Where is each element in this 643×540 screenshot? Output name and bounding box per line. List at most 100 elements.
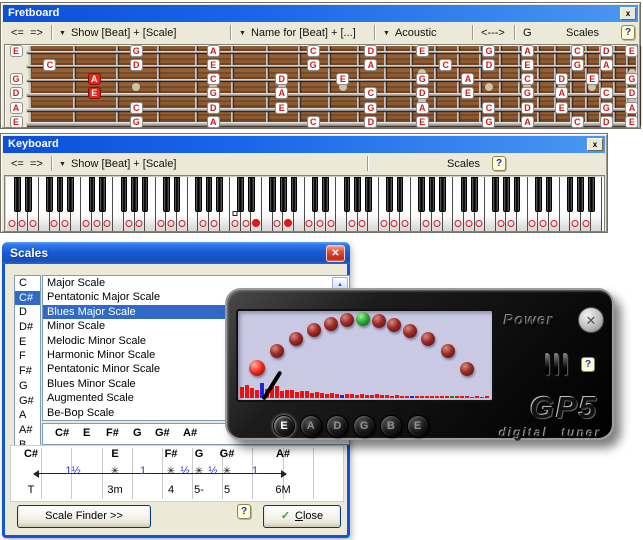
- black-key[interactable]: [567, 177, 574, 212]
- fretboard-note-marker[interactable]: A: [555, 87, 568, 99]
- fretboard-note-marker[interactable]: A: [88, 73, 101, 85]
- power-button[interactable]: ✕: [578, 307, 604, 333]
- fretboard-note-marker[interactable]: D: [130, 59, 143, 71]
- fretboard-note-marker[interactable]: C: [307, 116, 320, 128]
- fretboard-note-marker[interactable]: D: [275, 73, 288, 85]
- keyboard-close-button[interactable]: x: [587, 138, 603, 151]
- fretboard-note-marker[interactable]: G: [416, 73, 429, 85]
- fretboard-note-marker[interactable]: E: [207, 59, 220, 71]
- black-key[interactable]: [322, 177, 329, 212]
- fretboard-note-marker[interactable]: C: [307, 45, 320, 57]
- fretboard-note-marker[interactable]: A: [207, 116, 220, 128]
- black-key[interactable]: [588, 177, 595, 212]
- help-icon[interactable]: ?: [621, 25, 635, 40]
- black-key[interactable]: [89, 177, 96, 212]
- fretboard-back-button[interactable]: <=: [11, 25, 24, 41]
- fretboard-note-marker[interactable]: A: [625, 102, 638, 114]
- tuner-string-button-E[interactable]: E: [273, 415, 295, 437]
- close-button[interactable]: ✓Close: [263, 505, 341, 528]
- black-key[interactable]: [25, 177, 32, 212]
- black-key[interactable]: [67, 177, 74, 212]
- fretboard-stretch-button[interactable]: <--->: [481, 25, 505, 41]
- fretboard-note-marker[interactable]: E: [461, 87, 474, 99]
- scale-finder-button[interactable]: Scale Finder >>: [17, 505, 151, 528]
- black-key[interactable]: [365, 177, 372, 212]
- root-note-item[interactable]: D: [15, 305, 40, 320]
- fretboard-note-marker[interactable]: G: [571, 59, 584, 71]
- fretboard-show-mode-dropdown[interactable]: ▼Show [Beat] + [Scale]: [59, 25, 176, 41]
- fretboard-note-marker[interactable]: D: [521, 102, 534, 114]
- fretboard-note-marker[interactable]: A: [416, 102, 429, 114]
- fretboard-instrument-dropdown[interactable]: ▼Acoustic: [383, 25, 437, 41]
- fretboard-note-marker[interactable]: E: [521, 59, 534, 71]
- fretboard-note-marker[interactable]: D: [364, 116, 377, 128]
- root-note-item[interactable]: D#: [15, 320, 40, 335]
- black-key[interactable]: [439, 177, 446, 212]
- fretboard-note-marker[interactable]: E: [10, 116, 23, 128]
- fretboard-note-marker[interactable]: D: [600, 45, 613, 57]
- black-key[interactable]: [46, 177, 53, 212]
- fretboard-note-marker[interactable]: C: [130, 102, 143, 114]
- fretboard-note-marker[interactable]: C: [571, 116, 584, 128]
- help-icon[interactable]: ?: [581, 357, 595, 372]
- fretboard-note-marker[interactable]: D: [207, 102, 220, 114]
- black-key[interactable]: [99, 177, 106, 212]
- tuner-string-button-G[interactable]: G: [353, 415, 375, 437]
- fretboard-note-marker[interactable]: D: [600, 116, 613, 128]
- help-icon[interactable]: ?: [492, 156, 506, 171]
- fretboard-note-marker[interactable]: C: [43, 59, 56, 71]
- black-key[interactable]: [280, 177, 287, 212]
- black-key[interactable]: [344, 177, 351, 212]
- fretboard-note-marker[interactable]: G: [207, 87, 220, 99]
- fretboard-note-marker[interactable]: E: [625, 116, 638, 128]
- fretboard-note-marker[interactable]: G: [307, 59, 320, 71]
- fretboard-note-marker[interactable]: G: [364, 102, 377, 114]
- black-key[interactable]: [195, 177, 202, 212]
- fretboard-note-marker[interactable]: D: [416, 87, 429, 99]
- fretboard-note-marker[interactable]: D: [364, 45, 377, 57]
- fretboard-note-marker[interactable]: E: [275, 102, 288, 114]
- black-key[interactable]: [237, 177, 244, 212]
- black-key[interactable]: [354, 177, 361, 212]
- fretboard-note-marker[interactable]: E: [88, 87, 101, 99]
- black-key[interactable]: [461, 177, 468, 212]
- black-key[interactable]: [131, 177, 138, 212]
- black-key[interactable]: [514, 177, 521, 212]
- fretboard-note-marker[interactable]: D: [482, 59, 495, 71]
- fretboard-note-marker[interactable]: C: [600, 87, 613, 99]
- fretboard-note-marker[interactable]: A: [10, 102, 23, 114]
- black-key[interactable]: [418, 177, 425, 212]
- black-key[interactable]: [206, 177, 213, 212]
- tuner-string-button-E[interactable]: E: [407, 415, 429, 437]
- black-key[interactable]: [577, 177, 584, 212]
- fretboard-note-marker[interactable]: G: [130, 116, 143, 128]
- fretboard-close-button[interactable]: x: [620, 7, 636, 20]
- root-note-item[interactable]: E: [15, 335, 40, 350]
- keyboard-titlebar[interactable]: Keyboard: [3, 136, 605, 153]
- root-note-item[interactable]: C: [15, 276, 40, 291]
- fretboard-name-mode-dropdown[interactable]: ▼Name for [Beat] + [...]: [239, 25, 356, 41]
- black-key[interactable]: [121, 177, 128, 212]
- fretboard-note-marker[interactable]: C: [521, 73, 534, 85]
- black-key[interactable]: [216, 177, 223, 212]
- fretboard-note-marker[interactable]: E: [416, 116, 429, 128]
- fretboard-note-marker[interactable]: C: [207, 73, 220, 85]
- fretboard-note-marker[interactable]: G: [521, 87, 534, 99]
- black-key[interactable]: [163, 177, 170, 212]
- keyboard-show-mode-dropdown[interactable]: ▼Show [Beat] + [Scale]: [59, 156, 176, 172]
- help-icon[interactable]: ?: [237, 504, 251, 519]
- fretboard-note-marker[interactable]: G: [482, 116, 495, 128]
- black-key[interactable]: [492, 177, 499, 212]
- fretboard-note-marker[interactable]: G: [482, 45, 495, 57]
- black-key[interactable]: [503, 177, 510, 212]
- fretboard-titlebar[interactable]: Fretboard: [3, 5, 638, 22]
- fretboard-forward-button[interactable]: =>: [30, 25, 43, 41]
- root-note-item[interactable]: F#: [15, 364, 40, 379]
- black-key[interactable]: [174, 177, 181, 212]
- root-note-item[interactable]: A: [15, 408, 40, 423]
- root-note-item[interactable]: F: [15, 349, 40, 364]
- black-key[interactable]: [546, 177, 553, 212]
- black-key[interactable]: [57, 177, 64, 212]
- fretboard-note-marker[interactable]: E: [625, 45, 638, 57]
- fretboard-note-marker[interactable]: C: [439, 59, 452, 71]
